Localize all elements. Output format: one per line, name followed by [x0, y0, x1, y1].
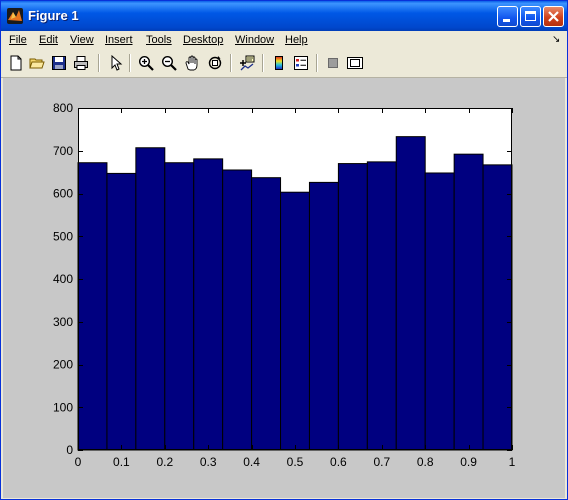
menu-tools[interactable]: Tools	[146, 34, 172, 46]
figure-canvas: 0 100 200 300 400 500 600 700 800 0 0.1 0.2 0.3 0.4 0.…	[3, 78, 565, 498]
show-plot-tools-icon[interactable]	[346, 53, 364, 73]
x-tick-label: 0.7	[373, 455, 390, 469]
y-tick-label: 700	[53, 144, 73, 158]
histogram-bar	[453, 153, 484, 451]
menu-edit[interactable]: Edit	[39, 34, 58, 46]
rotate-3d-icon[interactable]	[206, 53, 224, 73]
y-tick-label: 0	[66, 443, 73, 457]
save-icon[interactable]	[50, 53, 68, 73]
data-cursor-icon[interactable]	[238, 53, 256, 73]
menu-bar: File Edit View Insert Tools Desktop Wind…	[1, 31, 567, 51]
title-bar[interactable]: Figure 1	[1, 1, 567, 31]
x-tick-label: 0.2	[156, 455, 173, 469]
y-tick-label: 500	[53, 229, 73, 243]
histogram-bar	[366, 161, 397, 451]
zoom-out-icon[interactable]	[160, 53, 178, 73]
menu-desktop[interactable]: Desktop	[183, 34, 223, 46]
x-tick-label: 0.3	[200, 455, 217, 469]
histogram-bar	[251, 177, 282, 451]
menu-help[interactable]: Help	[285, 34, 308, 46]
close-button[interactable]	[543, 6, 564, 27]
menu-file[interactable]: File	[9, 34, 27, 46]
matlab-logo-icon	[7, 8, 23, 24]
minimize-button[interactable]	[497, 6, 518, 27]
figure-window: Figure 1 File Edit View Insert Tools Des…	[0, 0, 568, 500]
y-tick-label: 100	[53, 400, 73, 414]
histogram-bar	[77, 162, 108, 451]
x-tick-label: 0	[75, 455, 82, 469]
toolbar-separator	[230, 54, 232, 72]
histogram-bar	[280, 191, 310, 451]
maximize-button[interactable]	[520, 6, 541, 27]
x-tick-label: 0.6	[330, 455, 347, 469]
zoom-in-icon[interactable]	[137, 53, 155, 73]
print-icon[interactable]	[72, 53, 90, 73]
y-tick-label: 600	[53, 187, 73, 201]
menu-window[interactable]: Window	[235, 34, 274, 46]
menu-view[interactable]: View	[70, 34, 94, 46]
histogram-bar	[106, 172, 137, 451]
y-tick-label: 300	[53, 315, 73, 329]
legend-icon[interactable]	[292, 53, 310, 73]
histogram-bar	[222, 169, 253, 451]
histogram-bar	[395, 136, 426, 451]
window-title: Figure 1	[28, 8, 79, 23]
y-tick-label: 400	[53, 272, 73, 286]
histogram-bar	[135, 147, 166, 451]
histogram-bar	[424, 172, 455, 451]
x-tick-label: 0.5	[287, 455, 304, 469]
toolbar-separator	[262, 54, 264, 72]
y-tick-label: 200	[53, 358, 73, 372]
toolbar-separator	[129, 54, 131, 72]
x-tick-label: 0.4	[243, 455, 260, 469]
x-tick-label: 0.1	[113, 455, 130, 469]
hide-plot-tools-icon[interactable]	[324, 53, 342, 73]
histogram-bar	[337, 163, 368, 451]
toolbar-separator	[316, 54, 318, 72]
x-tick-label: 0.9	[460, 455, 477, 469]
pan-hand-icon[interactable]	[183, 53, 201, 73]
y-tick-label: 800	[53, 101, 73, 115]
x-tick-label: 1	[509, 455, 516, 469]
colorbar-icon[interactable]	[270, 53, 288, 73]
open-file-icon[interactable]	[28, 53, 46, 73]
menu-overflow-arrow-icon[interactable]: ↘	[552, 34, 560, 45]
menu-insert[interactable]: Insert	[105, 34, 133, 46]
new-figure-icon[interactable]	[7, 53, 25, 73]
figure-toolbar	[1, 51, 567, 78]
histogram-bar	[308, 181, 339, 451]
histogram-chart: 0 100 200 300 400 500 600 700 800 0 0.1 0.2 0.3 0.4 0.…	[53, 101, 516, 469]
x-tick-label: 0.8	[417, 455, 434, 469]
edit-plot-arrow-icon[interactable]	[107, 53, 125, 73]
histogram-bar	[193, 158, 224, 451]
toolbar-separator	[98, 54, 100, 72]
histogram-bar	[164, 162, 195, 451]
